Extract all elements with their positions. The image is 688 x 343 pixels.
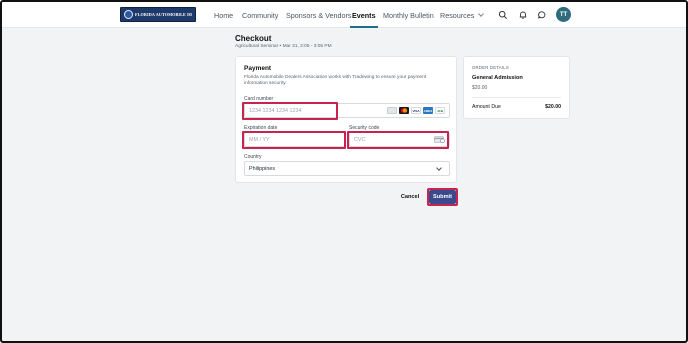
amex-icon: AMEX: [423, 107, 433, 114]
association-logo[interactable]: FLORIDA AUTOMOBILE DEALERS ASSOCIATION: [120, 7, 196, 22]
amount-due-label: Amount Due: [472, 104, 501, 110]
top-navigation: FLORIDA AUTOMOBILE DEALERS ASSOCIATION H…: [2, 2, 686, 28]
card-number-placeholder: 1234 1234 1234 1234: [249, 107, 302, 114]
nav-resources-label: Resources: [440, 11, 475, 20]
nav-events[interactable]: Events: [352, 11, 376, 20]
logo-text: FLORIDA AUTOMOBILE DEALERS ASSOCIATION: [135, 12, 192, 17]
security-code-label: Security code: [349, 125, 380, 131]
active-tab-indicator: [350, 26, 378, 28]
expiration-input[interactable]: MM / YY: [244, 132, 346, 147]
chevron-down-icon: [436, 165, 442, 171]
bell-icon[interactable]: [518, 10, 528, 20]
cancel-button[interactable]: Cancel: [395, 190, 425, 204]
chevron-down-icon: [478, 11, 485, 17]
country-label: Country: [244, 154, 262, 160]
chat-icon[interactable]: [537, 10, 547, 20]
expiration-label: Expiration date: [244, 125, 278, 131]
expiration-placeholder: MM / YY: [249, 136, 270, 143]
order-details-card: ORDER DETAILS General Admission $20.00 A…: [463, 56, 570, 119]
event-date: Mar 31, 2:05 - 3:05 PM: [282, 44, 332, 49]
payment-title: Payment: [244, 65, 272, 72]
ticket-name: General Admission: [472, 75, 523, 81]
cvc-card-icon: [434, 136, 445, 144]
security-code-input[interactable]: CVC: [349, 132, 450, 147]
nav-community[interactable]: Community: [242, 11, 278, 20]
card-number-label: Card number: [244, 96, 274, 102]
order-details-heading: ORDER DETAILS: [472, 65, 509, 70]
jcb-icon: JCB: [435, 107, 445, 114]
nav-sponsors-vendors[interactable]: Sponsors & Vendors: [286, 11, 352, 20]
divider: [472, 97, 561, 98]
country-value: Philippines: [249, 165, 276, 172]
security-code-placeholder: CVC: [354, 136, 366, 143]
page-title: Checkout: [235, 34, 272, 43]
card-number-input[interactable]: 1234 1234 1234 1234 VISA AMEX JCB: [244, 103, 450, 118]
ticket-price: $20.00: [472, 85, 488, 91]
submit-button[interactable]: Submit: [429, 190, 456, 204]
event-name: Agricultural Seminar: [235, 44, 279, 49]
seal-icon: [124, 10, 133, 19]
country-select[interactable]: Philippines: [244, 161, 450, 176]
event-subtitle: Agricultural Seminar • Mar 31, 2:05 - 3:…: [235, 44, 332, 49]
nav-home[interactable]: Home: [214, 11, 233, 20]
payment-card: Payment Florida Automobile Dealers Assoc…: [235, 56, 457, 183]
nav-monthly-bulletin[interactable]: Monthly Bulletin: [383, 11, 434, 20]
search-icon[interactable]: [498, 10, 508, 20]
visa-icon: VISA: [411, 107, 421, 114]
user-avatar[interactable]: TT: [556, 7, 571, 22]
generic-card-icon: [387, 107, 397, 114]
amount-due-value: $20.00: [545, 104, 561, 110]
browser-frame: FLORIDA AUTOMOBILE DEALERS ASSOCIATION H…: [0, 0, 688, 343]
payment-description: Florida Automobile Dealers Association w…: [244, 75, 427, 87]
mastercard-icon: [399, 107, 409, 114]
nav-resources[interactable]: Resources: [440, 11, 485, 20]
card-brands: VISA AMEX JCB: [387, 107, 445, 114]
